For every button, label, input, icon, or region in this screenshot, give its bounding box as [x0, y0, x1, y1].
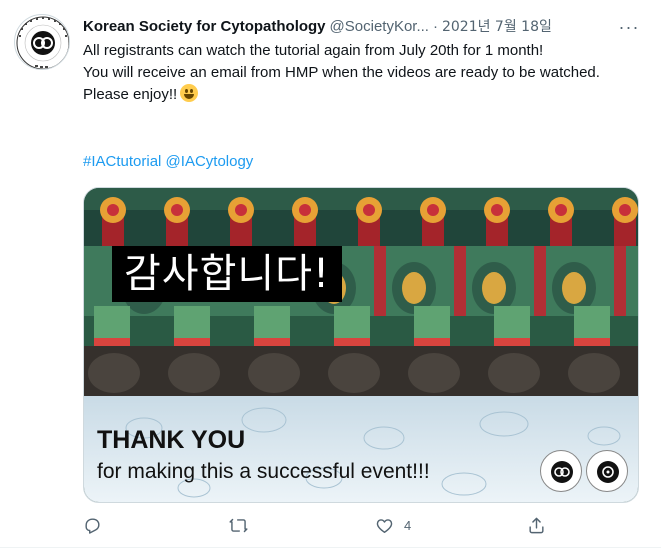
more-options-icon[interactable]: ···	[615, 14, 643, 40]
tweet-line-text: Please enjoy!!	[83, 86, 178, 103]
tweet-image[interactable]: 감사합니다! THANK YOU for making this a succe…	[83, 187, 639, 503]
tweet[interactable]: Korean Society for Cytopathology @Society…	[0, 0, 661, 548]
author-handle[interactable]: @SocietyKor...	[330, 18, 429, 35]
sponsor-logos	[540, 450, 628, 492]
tweet-date[interactable]: 2021년 7월 18일	[442, 19, 552, 35]
tweet-actions: 4	[83, 512, 553, 538]
tweet-links: #IACtutorial @IACytology	[83, 151, 253, 173]
share-icon	[529, 517, 544, 533]
tweet-line: Please enjoy!!	[83, 84, 643, 106]
tweet-text: All registrants can watch the tutorial a…	[83, 40, 643, 106]
mention-link[interactable]: @IACytology	[166, 153, 254, 170]
korean-thanks-text: 감사합니다!	[112, 246, 343, 302]
separator-dot: ·	[432, 18, 438, 35]
society-logo-icon	[16, 16, 69, 69]
retweet-icon	[229, 518, 248, 532]
tweet-header: Korean Society for Cytopathology @Society…	[83, 16, 643, 38]
like-button[interactable]: 4	[375, 512, 411, 538]
hashtag-link[interactable]: #IACtutorial	[83, 153, 161, 170]
smiling-face-emoji-icon	[180, 84, 199, 102]
like-count: 4	[404, 517, 412, 533]
tweet-line: You will receive an email from HMP when …	[83, 64, 600, 81]
reply-icon	[85, 517, 100, 534]
heart-icon	[376, 518, 393, 533]
retweet-button[interactable]	[229, 512, 248, 538]
thanks-title: THANK YOU	[97, 426, 246, 454]
author-name[interactable]: Korean Society for Cytopathology	[83, 18, 326, 35]
share-button[interactable]	[527, 512, 546, 538]
reply-button[interactable]	[83, 512, 102, 538]
ksc-logo-icon	[540, 450, 582, 492]
avatar[interactable]	[14, 14, 70, 70]
thanks-subtitle: for making this a successful event!!!	[97, 460, 430, 483]
iac-logo-icon	[586, 450, 628, 492]
tweet-line: All registrants can watch the tutorial a…	[83, 42, 544, 59]
